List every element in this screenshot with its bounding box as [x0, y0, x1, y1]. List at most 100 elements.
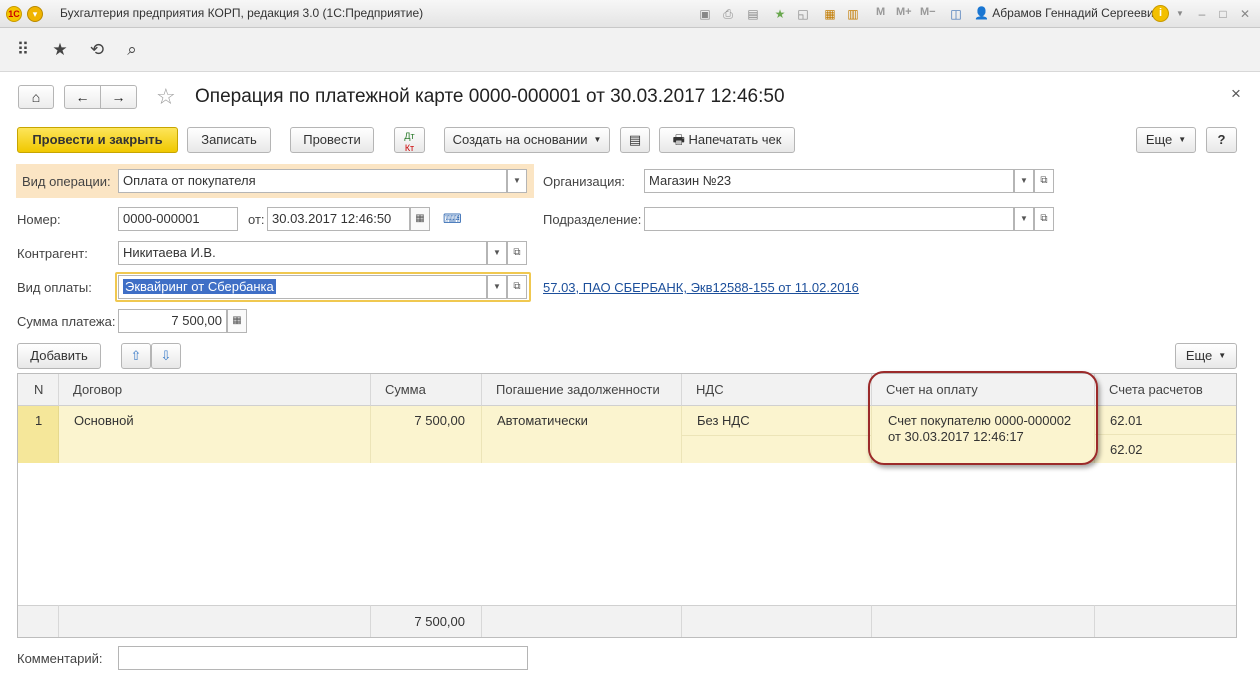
home-icon: ⌂ [31, 89, 41, 105]
panel-layout-icon[interactable]: ◫ [948, 6, 964, 22]
print-receipt-button[interactable]: 🖶 Напечатать чек [659, 127, 795, 153]
calendar-button[interactable]: ▦ [410, 207, 430, 231]
cell-contract[interactable]: Основной [59, 406, 371, 463]
post-button[interactable]: Провести [290, 127, 374, 153]
memory-plus-button[interactable]: M+ [896, 6, 912, 18]
payment-type-field[interactable]: Эквайринг от Сбербанка [118, 275, 487, 299]
vat-divider [682, 435, 872, 436]
amount-field[interactable]: 7 500,00 [118, 309, 227, 333]
department-open-button[interactable]: ⧉ [1034, 207, 1054, 231]
info-dropdown-icon[interactable]: ▼ [1172, 6, 1188, 22]
preview-icon[interactable]: ▤ [745, 6, 761, 22]
payment-type-label: Вид оплаты: [17, 280, 92, 295]
counterparty-field[interactable]: Никитаева И.В. [118, 241, 487, 265]
cell-amount[interactable]: 7 500,00 [371, 406, 482, 463]
date-label: от: [248, 212, 265, 227]
user-name-text: Абрамов Геннадий Сергеевич [992, 6, 1160, 20]
organization-dropdown[interactable]: ▼ [1014, 169, 1034, 193]
open-form-icon: ⧉ [1040, 175, 1048, 186]
organization-field[interactable]: Магазин №23 [644, 169, 1014, 193]
help-button[interactable]: ? [1206, 127, 1237, 153]
memory-minus-button[interactable]: M− [920, 6, 936, 18]
home-button[interactable]: ⌂ [18, 85, 54, 109]
bookmark-icon[interactable]: ◱ [795, 6, 811, 22]
payment-type-link[interactable]: 57.03, ПАО СБЕРБАНК, Экв12588-155 от 11.… [543, 280, 859, 295]
calendar-icon[interactable]: ▥ [845, 6, 861, 22]
operation-type-dropdown[interactable]: ▼ [507, 169, 527, 193]
cell-n: 1 [18, 406, 59, 463]
search-icon[interactable]: ⌕ [122, 40, 142, 60]
save-icon[interactable]: ▣ [697, 6, 713, 22]
favorite-star-icon[interactable]: ☆ [156, 84, 176, 110]
more-label: Еще [1145, 132, 1173, 147]
user-icon: 👤 [974, 6, 993, 20]
print-icon[interactable]: ⎙ [720, 6, 736, 22]
favorites-star-icon[interactable]: ★ [50, 40, 70, 60]
number-label: Номер: [17, 212, 61, 227]
dt-kt-button[interactable]: Дт Кт [394, 127, 425, 153]
more-button[interactable]: Еще ▼ [1136, 127, 1196, 153]
move-up-button[interactable]: ⇧ [121, 343, 151, 369]
favorite-add-icon[interactable]: ★ [772, 6, 788, 22]
add-row-button[interactable]: Добавить [17, 343, 101, 369]
column-header-accounts[interactable]: Счета расчетов [1095, 374, 1236, 406]
save-button[interactable]: Записать [187, 127, 271, 153]
memory-m-button[interactable]: M [876, 6, 885, 18]
move-down-button[interactable]: ⇩ [151, 343, 181, 369]
maximize-icon[interactable]: □ [1215, 6, 1231, 22]
main-menu-icon[interactable]: ▾ [27, 6, 43, 22]
organization-open-button[interactable]: ⧉ [1034, 169, 1054, 193]
chevron-down-icon: ▼ [493, 282, 501, 291]
arrow-left-icon: ← [75, 89, 90, 105]
cell-account-1[interactable]: 62.01 [1095, 406, 1236, 435]
chevron-down-icon: ▼ [1178, 135, 1187, 144]
column-header-contract[interactable]: Договор [59, 374, 371, 406]
window-close-icon[interactable]: ✕ [1237, 6, 1253, 22]
footer-cell [682, 605, 872, 637]
keyboard-icon[interactable]: ⌨ [443, 211, 462, 227]
column-header-repayment[interactable]: Погашение задолженности [482, 374, 682, 406]
payment-type-dropdown[interactable]: ▼ [487, 275, 507, 299]
chevron-down-icon: ▼ [493, 248, 501, 257]
window-titlebar: 1С ▾ Бухгалтерия предприятия КОРП, редак… [0, 0, 1260, 28]
counterparty-dropdown[interactable]: ▼ [487, 241, 507, 265]
operation-type-label: Вид операции: [22, 174, 111, 189]
window-title: Бухгалтерия предприятия КОРП, редакция 3… [60, 6, 424, 20]
forward-button[interactable]: → [100, 85, 137, 109]
payment-type-open-button[interactable]: ⧉ [507, 275, 527, 299]
comment-label: Комментарий: [17, 651, 103, 666]
column-header-vat[interactable]: НДС [682, 374, 872, 406]
back-button[interactable]: ← [64, 85, 101, 109]
report-button[interactable]: ▤ [620, 127, 650, 153]
number-field[interactable]: 0000-000001 [118, 207, 238, 231]
chevron-down-icon: ▼ [1218, 351, 1227, 360]
calculator-icon[interactable]: ▦ [822, 6, 838, 22]
calendar-icon: ▦ [415, 213, 425, 224]
column-header-n[interactable]: N [18, 374, 59, 406]
arrow-up-icon: ⇧ [130, 348, 142, 363]
department-field[interactable] [644, 207, 1014, 231]
date-field[interactable]: 30.03.2017 12:46:50 [267, 207, 410, 231]
counterparty-open-button[interactable]: ⧉ [507, 241, 527, 265]
footer-total-amount: 7 500,00 [371, 605, 482, 637]
table-more-button[interactable]: Еще ▼ [1175, 343, 1237, 369]
page-title: Операция по платежной карте 0000-000001 … [195, 86, 785, 107]
create-based-on-button[interactable]: Создать на основании ▼ [444, 127, 610, 153]
user-name[interactable]: 👤 Абрамов Геннадий Сергеевич [974, 6, 1160, 20]
comment-field[interactable] [118, 646, 528, 670]
calculator-button[interactable]: ▦ [227, 309, 247, 333]
minimize-icon[interactable]: – [1194, 6, 1210, 22]
footer-cell [18, 605, 59, 637]
cell-repayment[interactable]: Автоматически [482, 406, 682, 463]
history-icon[interactable]: ⟲ [87, 40, 107, 60]
app-logo-icon[interactable]: 1С [6, 6, 22, 22]
cell-account-2[interactable]: 62.02 [1095, 435, 1236, 463]
post-and-close-button[interactable]: Провести и закрыть [17, 127, 178, 153]
column-header-amount[interactable]: Сумма [371, 374, 482, 406]
sections-grid-icon[interactable]: ⠿ [13, 40, 33, 60]
department-dropdown[interactable]: ▼ [1014, 207, 1034, 231]
operation-type-field[interactable]: Оплата от покупателя [118, 169, 507, 193]
form-close-icon[interactable]: × [1231, 84, 1241, 104]
info-icon[interactable]: i [1152, 5, 1169, 22]
table-more-label: Еще [1185, 348, 1213, 363]
